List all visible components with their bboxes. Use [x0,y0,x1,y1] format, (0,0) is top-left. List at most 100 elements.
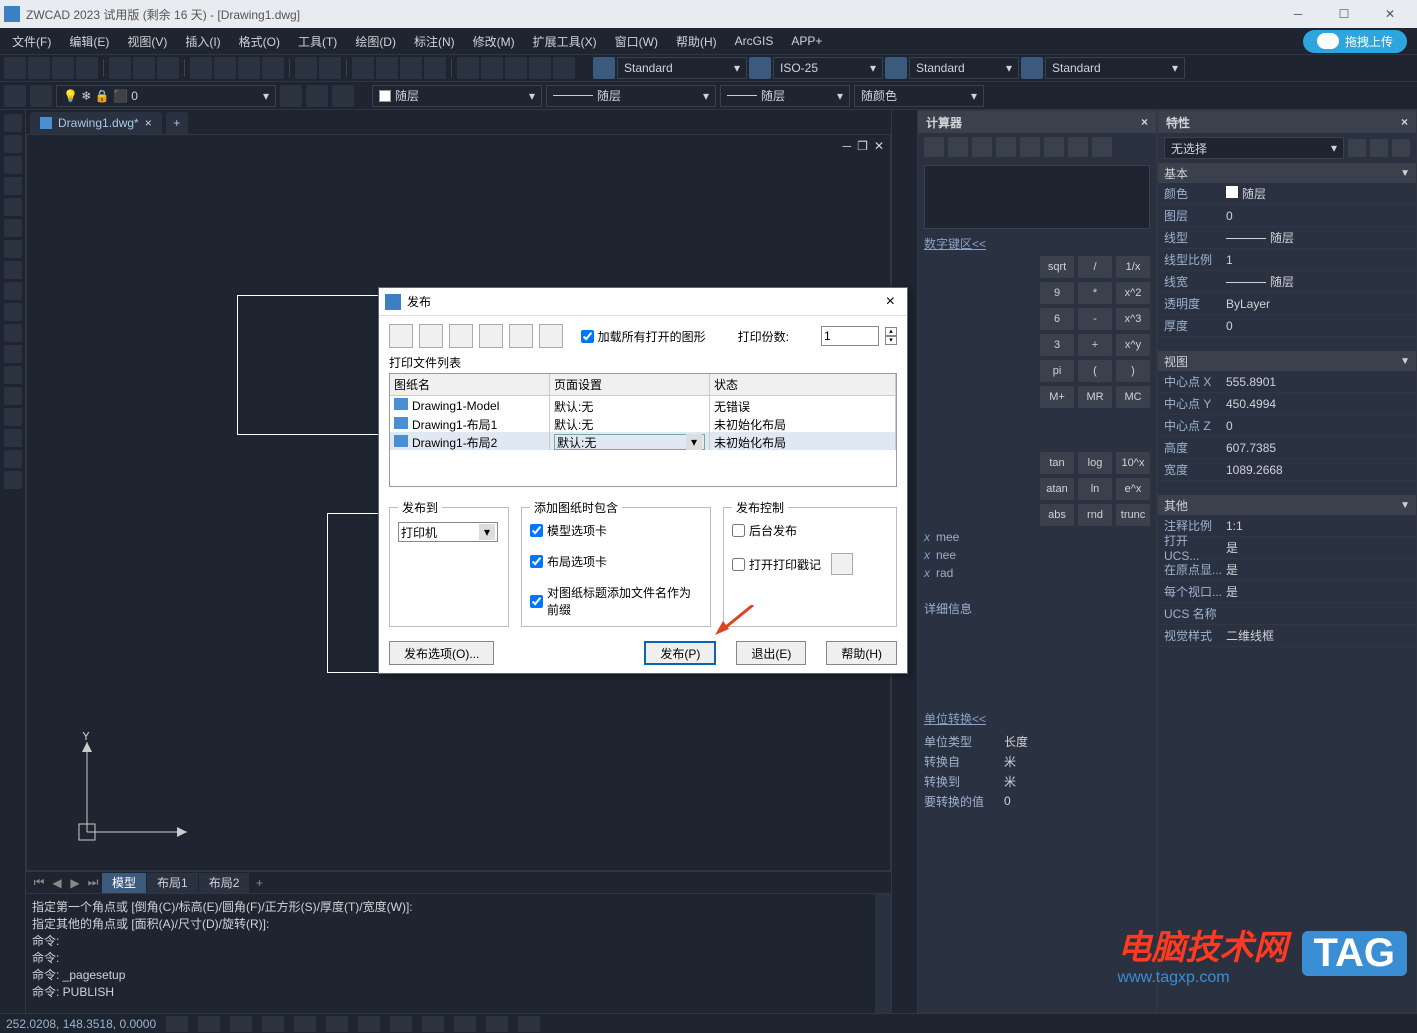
revcloud-icon[interactable] [4,261,22,279]
model-toggle[interactable] [422,1016,444,1032]
osnap-toggle[interactable] [294,1016,316,1032]
prop-row[interactable]: 打开 UCS...是 [1158,537,1416,559]
prop-row[interactable]: UCS 名称 [1158,603,1416,625]
props-close-icon[interactable]: × [1401,115,1408,129]
match-icon[interactable] [262,57,284,79]
menu-item[interactable]: 文件(F) [4,29,59,53]
dcenter-icon[interactable] [481,57,503,79]
model-tab-checkbox[interactable]: 模型选项卡 [530,522,702,539]
calc-help-icon[interactable] [1092,137,1112,157]
dimstyle-dropdown[interactable]: ISO-25▾ [773,57,883,79]
props-quick-icon[interactable] [1370,139,1388,157]
layer-off-icon[interactable] [332,85,354,107]
calc-btn[interactable]: tan [1040,452,1074,474]
redo-icon[interactable] [319,57,341,79]
tablestyle-icon[interactable] [885,57,907,79]
pan-icon[interactable] [352,57,374,79]
doc-close-icon[interactable]: ✕ [874,139,884,153]
linetype-dropdown[interactable]: 随层▾ [546,85,716,107]
dlg-tool5-icon[interactable] [509,324,533,348]
menu-item[interactable]: ArcGIS [727,29,782,53]
makeblock-icon[interactable] [4,366,22,384]
copies-input[interactable] [821,326,879,346]
calc-btn[interactable]: ) [1116,360,1150,382]
ellipsearc-icon[interactable] [4,324,22,342]
calc-btn[interactable]: MC [1116,386,1150,408]
group-other[interactable]: 其他▼ [1158,495,1416,515]
dimstyle-icon[interactable] [749,57,771,79]
pline-icon[interactable] [4,156,22,174]
calc-btn[interactable]: ( [1078,360,1112,382]
prop-row[interactable]: 中心点 Y450.4994 [1158,393,1416,415]
paste-icon[interactable] [238,57,260,79]
gradient-icon[interactable] [4,429,22,447]
mleader-dropdown[interactable]: Standard▾ [1045,57,1185,79]
calc-btn[interactable]: MR [1078,386,1112,408]
save-icon[interactable] [52,57,74,79]
prop-row[interactable]: 图层0 [1158,205,1416,227]
calc-btn[interactable]: 6 [1040,308,1074,330]
prop-row[interactable]: 高度607.7385 [1158,437,1416,459]
unit-row[interactable]: 要转换的值0 [924,791,1150,811]
prop-row[interactable]: 颜色随层 [1158,183,1416,205]
stamp-settings-icon[interactable] [831,553,853,575]
menu-item[interactable]: 修改(M) [465,29,523,53]
calc-btn[interactable]: 10^x [1116,452,1150,474]
table-icon[interactable] [4,471,22,489]
point-icon[interactable] [4,387,22,405]
props-icon[interactable] [457,57,479,79]
anno-toggle[interactable] [486,1016,508,1032]
dialog-close-icon[interactable]: × [880,293,901,311]
prop-row[interactable]: 线型比例1 [1158,249,1416,271]
tab-first-icon[interactable]: ⏮ [30,874,48,892]
prefix-checkbox[interactable]: 对图纸标题添加文件名作为前缀 [530,584,702,618]
open-icon[interactable] [28,57,50,79]
ellipse-icon[interactable] [4,303,22,321]
col-sheetname[interactable]: 图纸名 [390,374,550,395]
prop-row[interactable]: 线型随层 [1158,227,1416,249]
calc-btn[interactable]: log [1078,452,1112,474]
menu-item[interactable]: 标注(N) [406,29,463,53]
close-tab-icon[interactable]: × [145,116,152,130]
prop-row[interactable]: 中心点 X555.8901 [1158,371,1416,393]
calc-var[interactable]: xmee [924,528,1150,546]
copies-up[interactable]: ▴ [885,327,897,336]
print-icon[interactable] [109,57,131,79]
add-tab-button[interactable]: + [166,112,188,134]
layer-states-icon[interactable] [30,85,52,107]
layer-iso-icon[interactable] [306,85,328,107]
calc-display[interactable] [924,165,1150,229]
calc-btn[interactable]: x^y [1116,334,1150,356]
scrollbar[interactable] [875,894,891,1013]
calc-hist-icon[interactable] [948,137,968,157]
menu-item[interactable]: 插入(I) [177,29,228,53]
dlg-tool1-icon[interactable] [389,324,413,348]
menu-item[interactable]: 帮助(H) [668,29,725,53]
calc-dist-icon[interactable] [1020,137,1040,157]
publish-button[interactable]: 发布(P) [644,641,716,665]
publish-to-select[interactable]: 打印机▾ [398,522,498,542]
spline-icon[interactable] [4,282,22,300]
prop-row[interactable]: 每个视口...是 [1158,581,1416,603]
ortho-toggle[interactable] [230,1016,252,1032]
zoom-ext-icon[interactable] [424,57,446,79]
tab-next-icon[interactable]: ▶ [66,874,84,892]
color-dropdown[interactable]: 随层▾ [372,85,542,107]
calc-getpt-icon[interactable] [996,137,1016,157]
group-view[interactable]: 视图▼ [1158,351,1416,371]
cycle-toggle[interactable] [454,1016,476,1032]
col-status[interactable]: 状态 [710,374,896,395]
tab-prev-icon[interactable]: ◀ [48,874,66,892]
calc-var[interactable]: xrad [924,564,1150,582]
polar-toggle[interactable] [262,1016,284,1032]
doc-min-icon[interactable]: ─ [843,139,852,153]
menu-item[interactable]: 视图(V) [119,29,175,53]
calc-icon[interactable] [529,57,551,79]
xline-icon[interactable] [4,135,22,153]
calc-paste-icon[interactable] [972,137,992,157]
upload-button[interactable]: 拖拽上传 [1303,30,1407,53]
bg-checkbox[interactable]: 后台发布 [732,522,888,539]
lwt-toggle[interactable] [358,1016,380,1032]
prop-row[interactable]: 厚度0 [1158,315,1416,337]
calc-angle-icon[interactable] [1044,137,1064,157]
